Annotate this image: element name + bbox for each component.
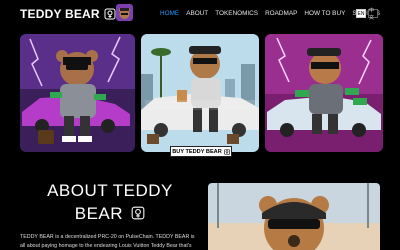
nav-tokenomics[interactable]: TOKENOMICS bbox=[215, 9, 258, 19]
buy-teddy-bear-button[interactable]: BUY TEDDY BEAR bbox=[170, 146, 232, 157]
about-title: ABOUT TEDDY BEAR bbox=[30, 179, 190, 225]
nav-home[interactable]: HOME bbox=[160, 9, 179, 19]
nav-roadmap[interactable]: ROADMAP bbox=[265, 9, 297, 19]
site-header: TEDDY BEAR HOME ABOUT TOKENOMICS ROADMAP… bbox=[0, 0, 400, 28]
nav-about[interactable]: ABOUT bbox=[186, 9, 208, 19]
brand[interactable]: TEDDY BEAR bbox=[20, 5, 116, 23]
buy-button-label: BUY TEDDY BEAR bbox=[172, 148, 222, 155]
about-bear-image bbox=[208, 183, 380, 250]
brand-title[interactable]: TEDDY BEAR bbox=[20, 7, 100, 21]
female-symbol-icon bbox=[131, 206, 145, 220]
main-nav: HOME ABOUT TOKENOMICS ROADMAP HOW TO BUY… bbox=[160, 9, 387, 19]
lang-zh-button[interactable]: 中文 bbox=[368, 8, 378, 21]
about-text: TEDDY BEAR is a decentralized PRC-20 on … bbox=[20, 234, 195, 249]
nav-how-to-buy[interactable]: HOW TO BUY bbox=[304, 9, 345, 19]
about-title-text: ABOUT TEDDY BEAR bbox=[47, 181, 173, 223]
female-symbol-icon bbox=[104, 8, 116, 20]
female-symbol-icon bbox=[223, 148, 230, 155]
teddy-avatar-icon[interactable] bbox=[116, 4, 133, 21]
hero-image-pink-car bbox=[265, 34, 383, 152]
hero-image-white-car bbox=[141, 34, 259, 152]
language-switcher: EN 中文 bbox=[356, 8, 378, 21]
hero-image-purple-car bbox=[20, 34, 135, 152]
lang-en-button[interactable]: EN bbox=[356, 9, 366, 18]
hero-gallery bbox=[20, 34, 385, 156]
